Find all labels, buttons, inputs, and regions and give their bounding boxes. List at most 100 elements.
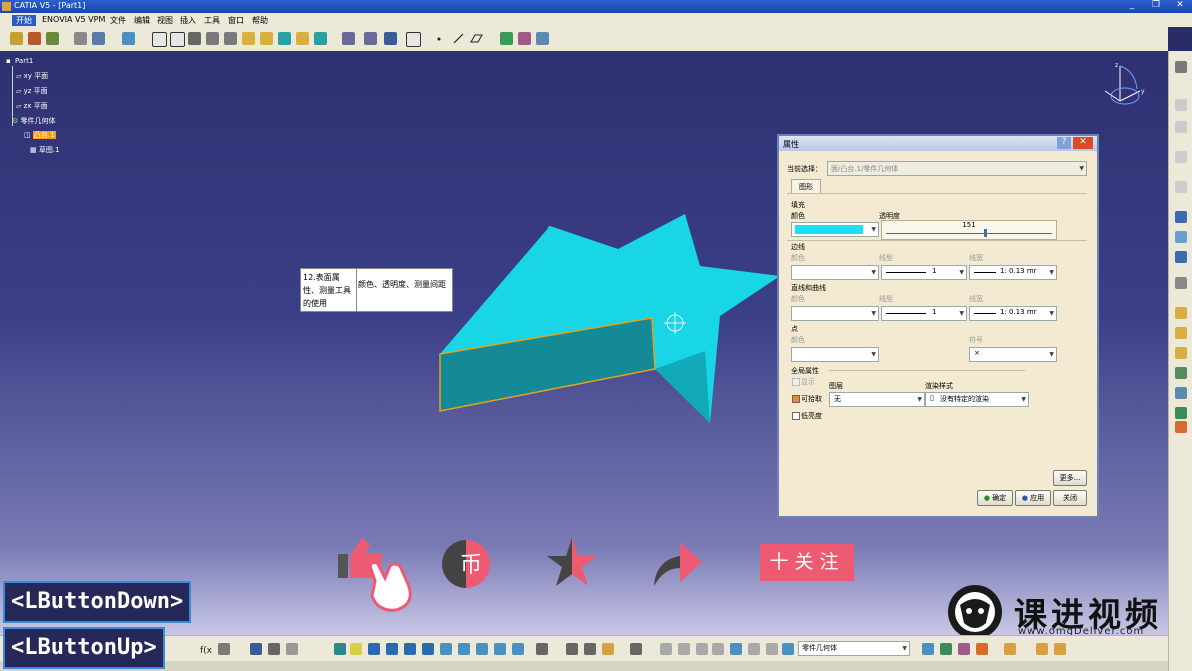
table-icon[interactable] [250,643,262,655]
pickable-checkbox[interactable] [792,395,800,403]
axis-system-icon[interactable] [696,643,708,655]
hide-show-icon[interactable] [476,643,488,655]
filter-icon[interactable] [748,643,760,655]
minimize-icon[interactable]: _ [1122,0,1142,11]
paint-icon[interactable] [1004,643,1016,655]
mirror-icon[interactable] [1175,307,1187,319]
options-icon[interactable] [1175,61,1187,73]
fill-color-dropdown[interactable]: ▼ [791,222,879,237]
render-tool-icon[interactable] [958,643,970,655]
rotate-icon[interactable] [368,643,380,655]
dialog-title-bar[interactable]: 属性 ? ✕ [779,136,1097,151]
publication-icon[interactable] [1175,387,1187,399]
tree-item-zx-plane[interactable]: ▱ zx 平面 [16,101,48,111]
zoom-in-icon[interactable] [386,643,398,655]
menu-file[interactable]: 文件 [110,15,126,26]
tree-icon[interactable] [268,643,280,655]
point-icon[interactable] [436,32,442,45]
ok-button[interactable]: ● 确定 [977,490,1013,506]
tree-item-sketch[interactable]: ▦ 草图.1 [30,145,60,155]
zoom-out-icon[interactable] [404,643,416,655]
pattern-icon[interactable] [1175,327,1187,339]
slider-thumb[interactable] [983,229,987,237]
catalog-browser-icon[interactable] [630,643,642,655]
update-icon[interactable] [660,643,672,655]
points-symbol-dropdown[interactable]: × ▼ [969,347,1057,362]
thickness-icon[interactable] [314,32,327,45]
datum-icon[interactable] [1175,151,1187,163]
menu-start[interactable]: 开始 [12,15,36,26]
list-icon[interactable] [766,643,778,655]
draft-icon[interactable] [278,32,291,45]
shell-icon[interactable] [296,32,309,45]
apply-material-tool-icon[interactable] [940,643,952,655]
tree-item-yz-plane[interactable]: ▱ yz 平面 [16,86,48,96]
lines-color-dropdown[interactable]: ▼ [791,306,879,321]
number-icon[interactable] [712,643,724,655]
more-button[interactable]: 更多... [1053,470,1087,486]
follow-button[interactable]: 十关注 [760,544,854,581]
close-button[interactable]: 关闭 [1053,490,1087,506]
edge-lineweight-dropdown[interactable]: 1: 0.13 mr ▼ [969,265,1057,280]
feature-icon[interactable] [1175,367,1187,379]
transparency-slider[interactable]: 151 [881,220,1057,240]
points-color-dropdown[interactable]: ▼ [791,347,879,362]
cursor-icon[interactable] [286,643,298,655]
compass-icon[interactable]: z y [1100,61,1150,116]
layer-icon[interactable] [122,32,135,45]
view-mode-icon[interactable] [440,643,452,655]
formula-icon[interactable]: f(x) [200,643,216,656]
transform-icon[interactable] [1175,181,1187,193]
grid-icon[interactable] [384,32,397,45]
menu-help[interactable]: 帮助 [252,15,268,26]
dialog-close-icon[interactable]: ✕ [1073,137,1093,149]
plane-icon[interactable] [74,32,87,45]
low-intensity-checkbox[interactable] [792,412,800,420]
tab-graphics[interactable]: 图形 [791,179,821,194]
layer-tool-icon[interactable] [730,643,742,655]
measure-between-icon[interactable] [566,643,578,655]
shading-icon[interactable] [458,643,470,655]
inertia-tool-icon[interactable] [602,643,614,655]
work-object-dropdown[interactable]: 零件几何体 ▼ [798,641,910,656]
material-icon[interactable] [1036,643,1048,655]
menu-edit[interactable]: 编辑 [134,15,150,26]
profile-icon[interactable] [170,32,185,47]
menu-tools[interactable]: 工具 [204,15,220,26]
fit-all-icon[interactable] [334,643,346,655]
close-icon[interactable]: ✕ [1170,0,1190,11]
tree-root-icon[interactable]: ▪ [6,57,11,65]
knowledge-tool-icon[interactable] [922,643,934,655]
lines-lineweight-dropdown[interactable]: 1: 0.13 mr ▼ [969,306,1057,321]
axis-icon[interactable] [92,32,105,45]
hole-icon[interactable] [206,32,219,45]
scale-icon[interactable] [1175,347,1187,359]
annotation-icon[interactable] [1175,277,1187,289]
fillet-icon[interactable] [242,32,255,45]
menu-enovia[interactable]: ENOVIA V5 VPM [42,15,105,24]
coin-icon[interactable]: 币 [440,538,492,590]
split-icon[interactable] [1175,251,1187,263]
favorite-star-icon[interactable] [545,536,599,590]
constraint-tool-icon[interactable] [1175,121,1187,133]
tree-item-pad[interactable]: ◫ 凸台.1 [24,130,56,140]
rib-icon[interactable] [224,32,237,45]
apply-material-icon[interactable] [518,32,531,45]
pan-icon[interactable] [350,643,362,655]
menu-window[interactable]: 窗口 [228,15,244,26]
multi-view-icon[interactable] [512,643,524,655]
share-icon[interactable] [650,538,706,588]
measure-tool-icon[interactable] [678,643,690,655]
inertia-icon[interactable] [364,32,377,45]
sketch-analysis-icon[interactable] [1175,99,1187,111]
restore-icon[interactable]: ❐ [1146,0,1166,11]
constraint-icon[interactable] [152,32,167,47]
shaft-icon[interactable] [188,32,201,45]
comment-icon[interactable] [218,643,230,655]
catalog-icon[interactable] [1175,407,1187,419]
layer-dropdown[interactable]: 无 ▼ [829,392,925,407]
line-icon[interactable] [452,32,465,45]
edge-color-dropdown[interactable]: ▼ [791,265,879,280]
knowledge-icon[interactable] [536,32,549,45]
measure-icon[interactable] [342,32,355,45]
